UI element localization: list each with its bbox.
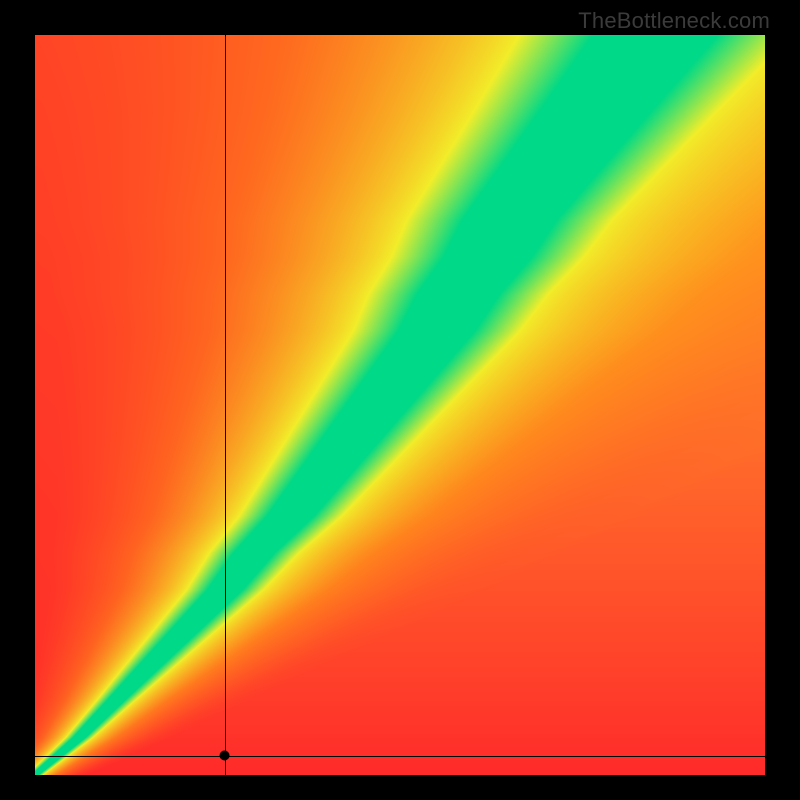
heatmap-canvas <box>35 35 765 775</box>
watermark-label: TheBottleneck.com <box>578 8 770 34</box>
chart-frame: TheBottleneck.com <box>0 0 800 800</box>
heatmap-plot-area <box>35 35 765 775</box>
